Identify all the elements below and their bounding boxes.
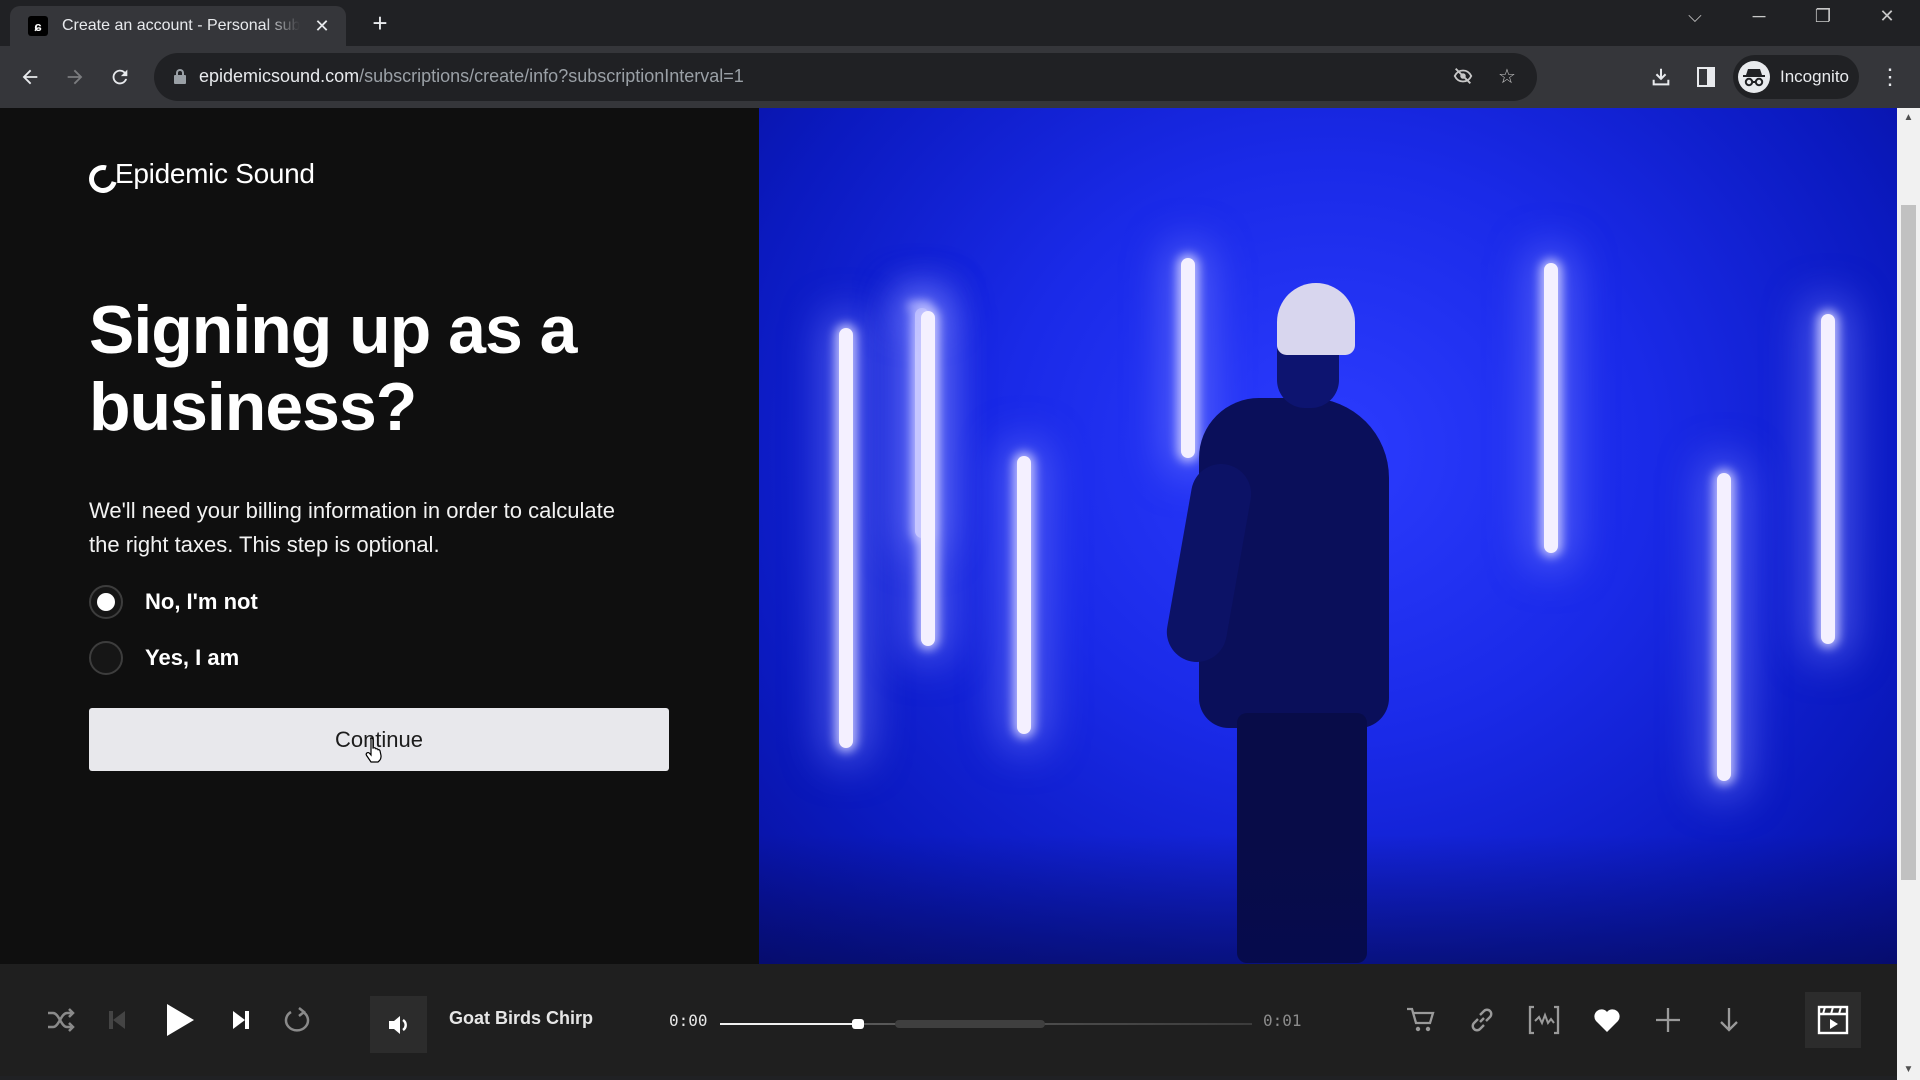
light-tube	[1821, 314, 1835, 644]
copy-link-button[interactable]	[1462, 1000, 1502, 1040]
add-to-playlist-button[interactable]	[1648, 1000, 1688, 1040]
lock-icon	[174, 69, 186, 84]
play-icon	[167, 1004, 194, 1036]
brand-logo[interactable]: Epidemic Sound	[89, 158, 315, 190]
arrow-right-icon	[67, 69, 83, 85]
radio-selected-dot	[97, 593, 115, 611]
option-not-business[interactable]: No, I'm not	[89, 585, 258, 619]
volume-icon	[388, 1015, 407, 1034]
heart-icon	[1594, 1009, 1620, 1032]
new-tab-button[interactable]: +	[366, 10, 394, 38]
signup-panel: Epidemic Sound Signing up as a business?…	[0, 108, 759, 964]
previous-icon	[109, 1011, 125, 1029]
radio-not-business[interactable]	[89, 585, 123, 619]
eye-off-icon[interactable]	[1451, 65, 1475, 89]
stage-floor	[759, 834, 1897, 964]
hand-pointer-cursor-icon	[365, 737, 382, 763]
forward-button[interactable]	[59, 61, 91, 93]
address-bar[interactable]: epidemicsound.com/subscriptions/create/i…	[154, 53, 1537, 101]
light-tube	[1544, 263, 1558, 553]
shuffle-icon	[48, 1008, 75, 1032]
light-tube	[839, 328, 853, 748]
stems-waveform-icon	[1528, 1005, 1560, 1035]
close-window-button[interactable]: ✕	[1872, 6, 1902, 27]
download-icon[interactable]	[1646, 61, 1676, 93]
scrollbar-thumb[interactable]	[1901, 205, 1916, 880]
epidemic-sound-favicon-icon: ɕ	[28, 16, 48, 36]
restore-button[interactable]: ❐	[1808, 6, 1838, 27]
reload-icon	[112, 69, 128, 85]
tab-close-icon[interactable]: ✕	[312, 16, 332, 37]
download-track-button[interactable]	[1709, 1000, 1749, 1040]
incognito-label: Incognito	[1780, 67, 1849, 86]
cart-icon	[1407, 1007, 1435, 1032]
back-button[interactable]	[14, 61, 46, 93]
option-is-business[interactable]: Yes, I am	[89, 641, 239, 675]
epidemic-sound-logo-icon	[89, 163, 109, 185]
current-time: 0:00	[669, 1011, 708, 1030]
next-icon	[233, 1011, 249, 1029]
option-label: Yes, I am	[145, 645, 240, 670]
tab-search-icon[interactable]: ⌵	[1680, 6, 1710, 27]
light-tube	[1717, 473, 1731, 781]
brand-name: Epidemic Sound	[115, 158, 315, 189]
repeat-button[interactable]	[277, 1000, 317, 1040]
repeat-icon	[284, 1007, 310, 1032]
light-tube	[1017, 456, 1031, 734]
video-preview-button[interactable]	[1805, 992, 1861, 1048]
page-scrollbar[interactable]: ▲ ▼	[1897, 108, 1920, 1080]
scroll-down-arrow-icon[interactable]: ▼	[1897, 1060, 1920, 1080]
reload-button[interactable]	[104, 61, 136, 93]
incognito-icon	[1738, 61, 1770, 93]
playhead[interactable]	[852, 1019, 865, 1029]
track-title[interactable]: Goat Birds Chirp	[449, 1008, 593, 1029]
plus-icon	[1656, 1008, 1680, 1032]
option-label: No, I'm not	[145, 589, 258, 614]
volume-button[interactable]	[370, 996, 427, 1053]
previous-button[interactable]	[97, 1000, 137, 1040]
minimize-button[interactable]: ─	[1744, 6, 1774, 27]
waveform-peak	[895, 1020, 1045, 1028]
incognito-profile-button[interactable]: Incognito	[1733, 55, 1859, 99]
download-arrow-icon	[1720, 1008, 1738, 1032]
page-viewport: Epidemic Sound Signing up as a business?…	[0, 108, 1897, 964]
browser-menu-icon[interactable]: ⋮	[1875, 61, 1905, 93]
tab-title: Create an account - Personal subscriptio…	[62, 17, 300, 34]
shuffle-button[interactable]	[41, 1000, 81, 1040]
add-to-cart-button[interactable]	[1401, 1000, 1441, 1040]
track-duration: 0:01	[1263, 1011, 1302, 1030]
browser-tab-active[interactable]: ɕ Create an account - Personal subscript…	[10, 6, 346, 46]
waveform-progress[interactable]	[720, 1018, 1252, 1030]
play-button[interactable]	[160, 1000, 200, 1040]
light-tube	[921, 311, 935, 646]
radio-is-business[interactable]	[89, 641, 123, 675]
side-panel-icon[interactable]	[1691, 61, 1721, 93]
billing-description: We'll need your billing information in o…	[89, 498, 615, 557]
scroll-up-arrow-icon[interactable]: ▲	[1897, 108, 1920, 128]
link-icon	[1471, 1008, 1493, 1032]
page-title: Signing up as a business?	[89, 292, 578, 445]
like-button[interactable]	[1587, 1000, 1627, 1040]
url-text: epidemicsound.com/subscriptions/create/i…	[199, 66, 744, 86]
browser-toolbar: epidemicsound.com/subscriptions/create/i…	[0, 46, 1920, 108]
stems-button[interactable]	[1524, 1000, 1564, 1040]
arrow-left-icon	[22, 69, 38, 85]
waveform-played	[720, 1023, 859, 1025]
browser-tab-bar: ɕ Create an account - Personal subscript…	[0, 0, 1920, 46]
music-player-bar: Goat Birds Chirp 0:00 0:01	[0, 964, 1897, 1076]
next-button[interactable]	[221, 1000, 261, 1040]
bookmark-star-icon[interactable]: ☆	[1495, 65, 1519, 89]
hero-photo-musician-blue-lights	[759, 108, 1897, 964]
video-icon	[1817, 1005, 1849, 1035]
